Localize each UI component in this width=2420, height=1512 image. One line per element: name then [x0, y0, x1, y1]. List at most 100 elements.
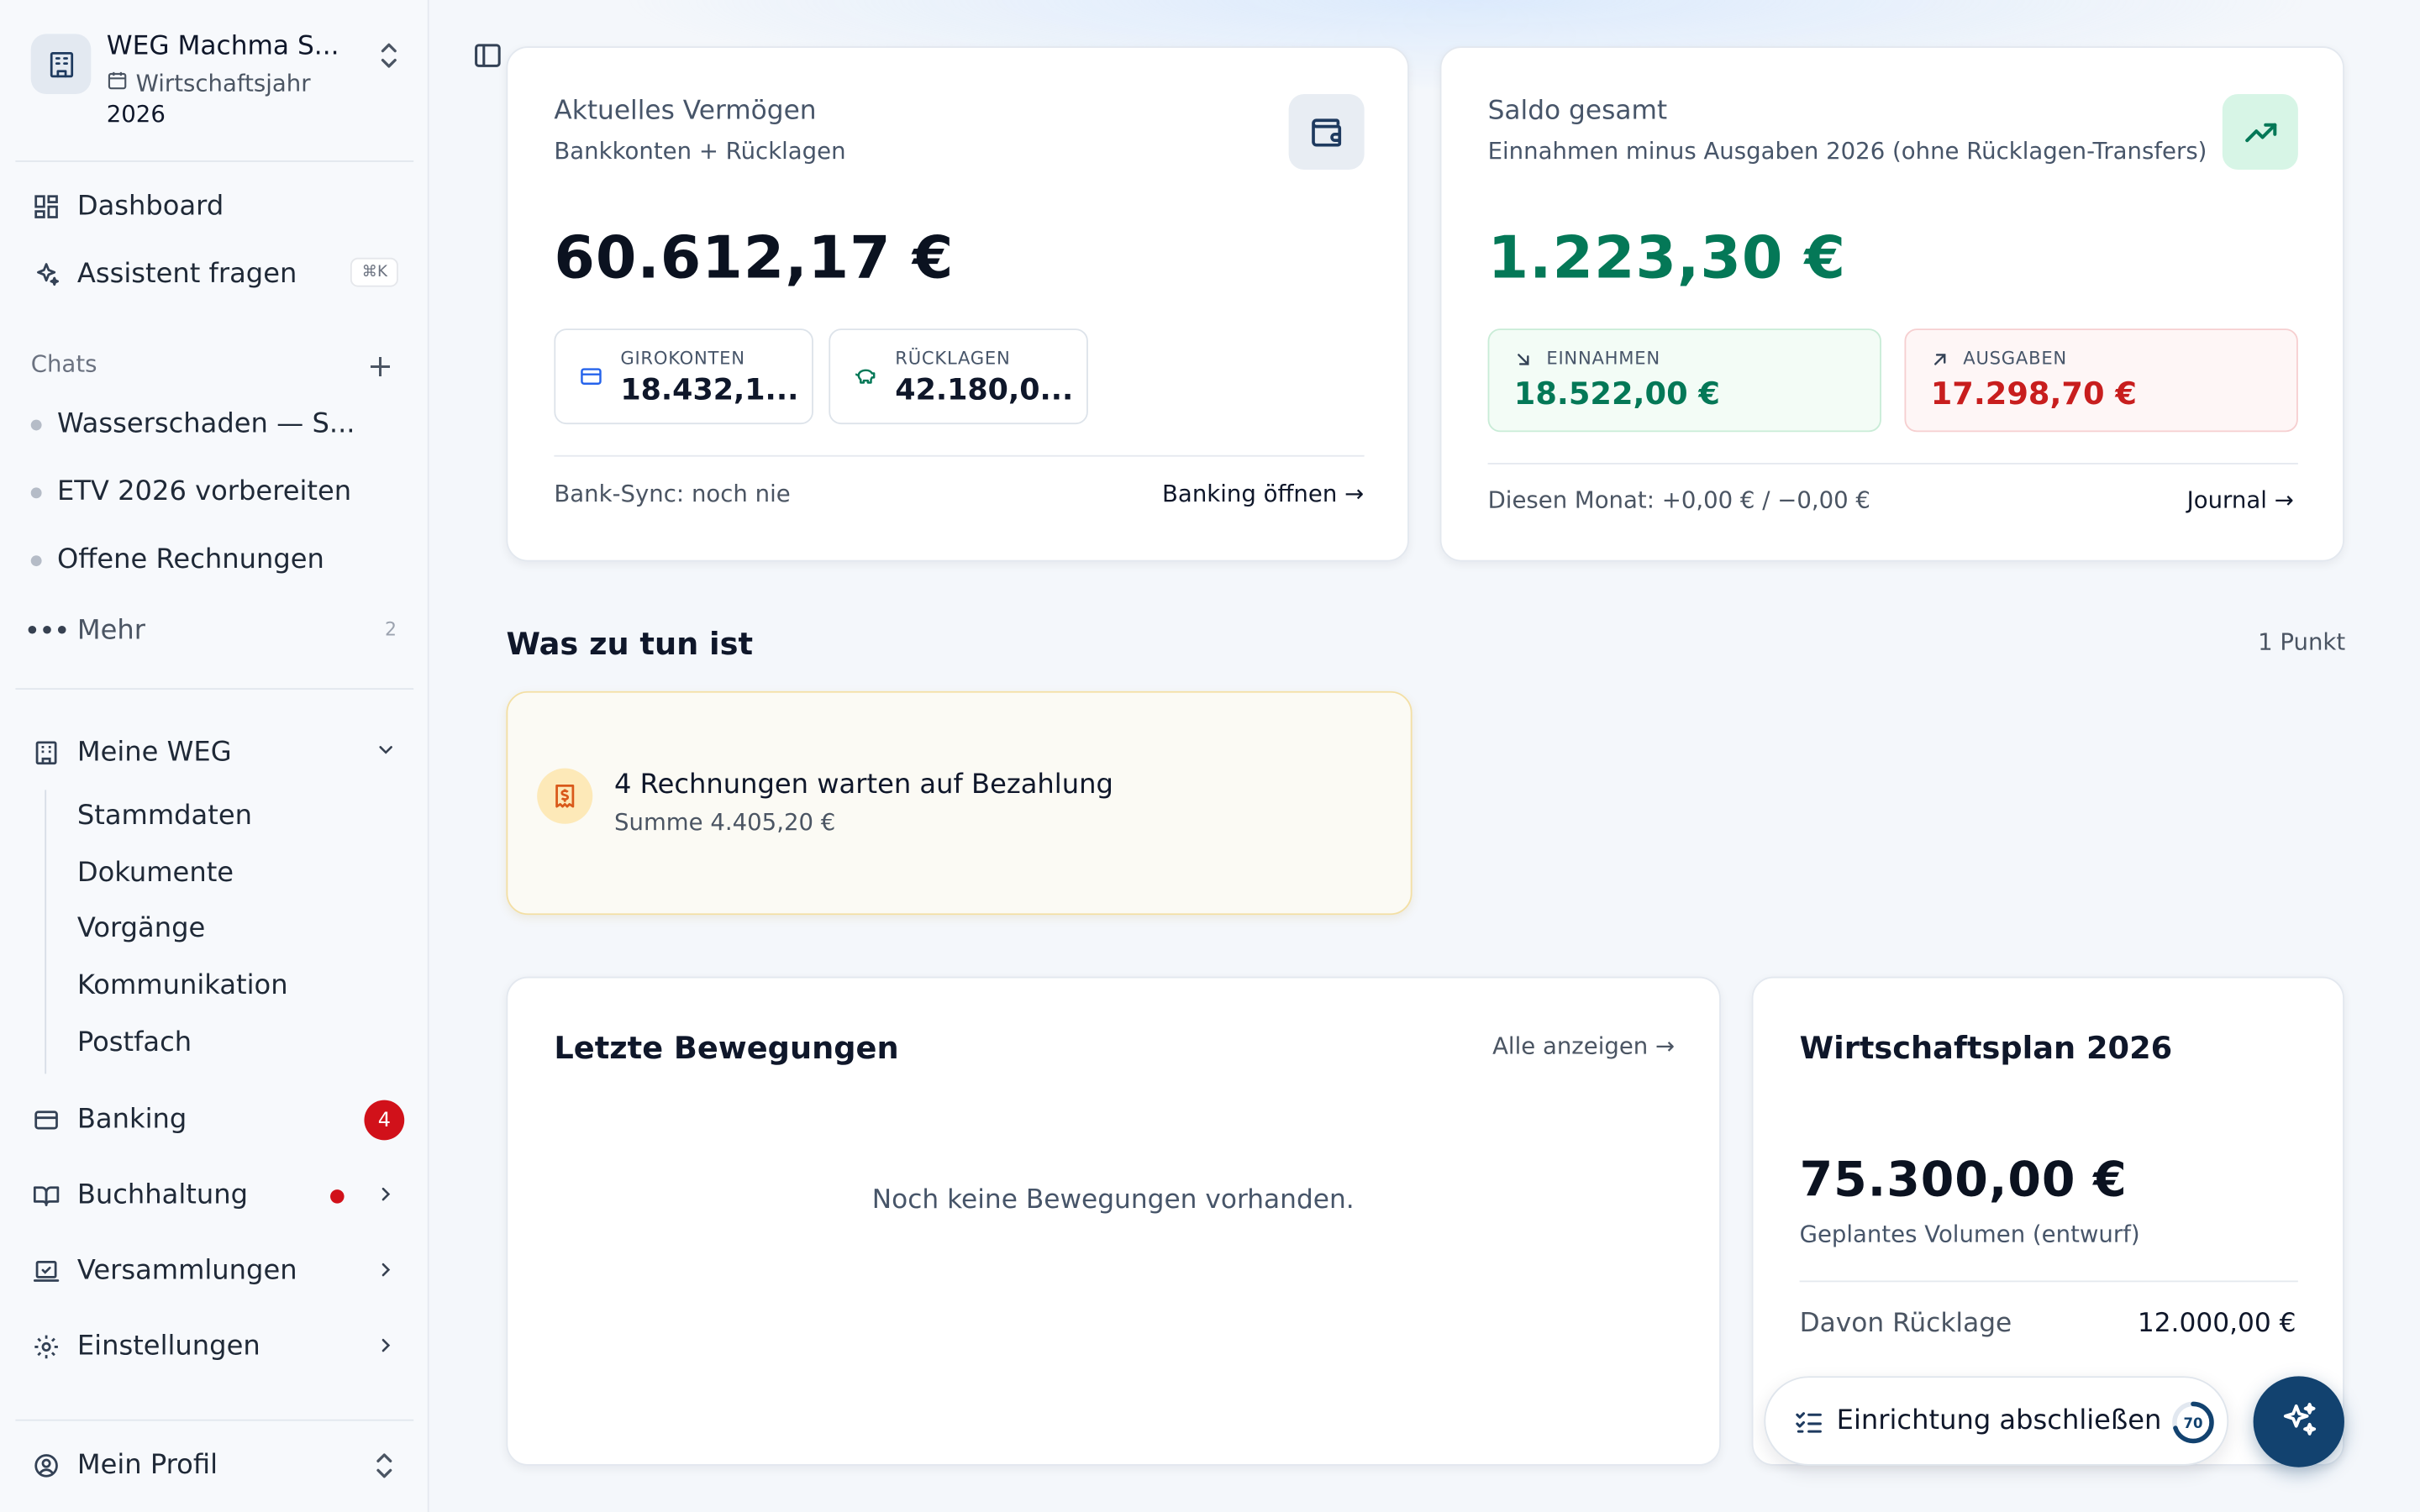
nav-profile-label: Mein Profil: [76, 1450, 218, 1482]
divider: [1799, 1280, 2298, 1283]
nav-profile[interactable]: Mein Profil: [31, 1442, 404, 1488]
piggy-bank-icon: [854, 364, 878, 395]
saldo-title: Saldo gesamt: [1487, 95, 1668, 127]
banking-count-badge: 4: [364, 1100, 405, 1141]
building-icon: [31, 738, 62, 769]
einnahmen-value: 18.522,00 €: [1513, 375, 1721, 412]
chat-dot-icon: [30, 554, 42, 566]
saldo-amount: 1.223,30 €: [1487, 223, 1847, 292]
girokonten-label: GIROKONTEN: [620, 347, 745, 369]
saldo-card: Saldo gesamt Einnahmen minus Ausgaben 20…: [1439, 46, 2344, 562]
chats-section-label: Chats: [30, 349, 97, 378]
chevron-right-icon[interactable]: [375, 1257, 397, 1287]
nav-einstellungen-label: Einstellungen: [76, 1331, 260, 1362]
divider: [15, 160, 414, 162]
year-label-text: Wirtschaftsjahr: [135, 69, 311, 97]
chat-dot-icon: [30, 486, 42, 498]
einnahmen-label: EINNAHMEN: [1546, 347, 1660, 369]
buchhaltung-alert-dot: [330, 1189, 345, 1204]
banking-open-link[interactable]: Banking öffnen →: [1162, 480, 1364, 507]
ausgaben-label: AUSGABEN: [1963, 347, 2067, 369]
journal-link-label: Journal: [2186, 486, 2267, 514]
ruecklagen-label: RÜCKLAGEN: [895, 347, 1011, 369]
nav-banking[interactable]: Banking: [31, 1097, 404, 1143]
ausgaben-box[interactable]: AUSGABEN 17.298,70 €: [1904, 328, 2298, 433]
arrow-down-right-icon: [1514, 345, 1533, 375]
divider: [15, 1419, 414, 1421]
wirtschaftsplan-title: Wirtschaftsplan 2026: [1799, 1029, 2173, 1067]
workspace-year: 2026: [106, 100, 166, 129]
todo-section-title: Was zu tun ist: [506, 624, 754, 662]
journal-link[interactable]: Journal →: [2187, 486, 2294, 514]
arrow-right-icon: →: [2274, 486, 2294, 514]
new-chat-plus-icon[interactable]: +: [367, 347, 393, 384]
setup-complete-button[interactable]: Einrichtung abschließen 70: [1764, 1376, 2229, 1466]
nav-more-label: Mehr: [76, 615, 145, 647]
sidebar: WEG Machma S... Wirtschaftsjahr 2026 Das…: [0, 0, 429, 1512]
setup-label: Einrichtung abschließen: [1836, 1405, 2162, 1436]
plan-row-label: Davon Rücklage: [1799, 1308, 2012, 1340]
chat-item[interactable]: Offene Rechnungen: [30, 544, 324, 575]
more-dots-icon: •••: [24, 614, 71, 648]
sidebar-toggle-icon[interactable]: [472, 40, 503, 77]
chevron-down-icon[interactable]: [375, 738, 397, 767]
chat-item-label: Wasserschaden — S...: [56, 408, 355, 440]
nav-dashboard[interactable]: Dashboard: [31, 184, 404, 230]
setup-progress-text: 70: [2183, 1415, 2202, 1431]
sidebar-item-dokumente[interactable]: Dokumente: [77, 858, 234, 889]
nav-assistant[interactable]: Assistent fragen ⌘K: [31, 251, 404, 297]
ruecklagen-box[interactable]: RÜCKLAGEN 42.180,0...: [829, 328, 1088, 425]
assistant-fab[interactable]: [2253, 1376, 2344, 1467]
einnahmen-box[interactable]: EINNAHMEN 18.522,00 €: [1487, 328, 1881, 433]
chat-item[interactable]: ETV 2026 vorbereiten: [30, 477, 351, 507]
workspace-switcher[interactable]: WEG Machma S... Wirtschaftsjahr 2026: [30, 31, 414, 133]
nav-assistant-label: Assistent fragen: [76, 259, 297, 291]
vermoegen-title: Aktuelles Vermögen: [554, 95, 817, 127]
task-title: 4 Rechnungen warten auf Bezahlung: [614, 769, 1113, 801]
arrow-right-icon: →: [1655, 1032, 1676, 1060]
building-icon: [30, 34, 92, 95]
calendar-icon: [107, 70, 129, 97]
task-subtitle: Summe 4.405,20 €: [614, 808, 836, 837]
credit-card-icon: [579, 364, 603, 395]
sidebar-item-vorgaenge[interactable]: Vorgänge: [77, 913, 205, 944]
vermoegen-card: Aktuelles Vermögen Bankkonten + Rücklage…: [506, 46, 1409, 562]
plan-row-value: 12.000,00 €: [2137, 1308, 2296, 1340]
girokonten-box[interactable]: GIROKONTEN 18.432,1...: [554, 328, 813, 425]
nav-einstellungen[interactable]: Einstellungen: [31, 1324, 404, 1370]
plan-amount: 75.300,00 €: [1799, 1152, 2128, 1209]
workspace-year-label: Wirtschaftsjahr: [107, 70, 311, 97]
ausgaben-value: 17.298,70 €: [1930, 375, 2137, 412]
nav-versammlungen-label: Versammlungen: [76, 1256, 297, 1287]
vermoegen-subtitle: Bankkonten + Rücklagen: [554, 137, 846, 165]
sidebar-item-stammdaten[interactable]: Stammdaten: [77, 801, 252, 832]
sidebar-item-kommunikation[interactable]: Kommunikation: [77, 970, 288, 1001]
chevron-right-icon[interactable]: [375, 1182, 397, 1211]
nav-meine-weg[interactable]: Meine WEG: [31, 730, 404, 776]
banking-open-link-label: Banking öffnen: [1162, 480, 1338, 508]
chat-item[interactable]: Wasserschaden — S...: [30, 408, 355, 440]
show-all-link[interactable]: Alle anzeigen →: [1492, 1032, 1675, 1060]
month-summary: Diesen Monat: +0,00 € / −0,00 €: [1487, 486, 1870, 514]
arrow-right-icon: →: [1344, 480, 1365, 508]
divider: [15, 688, 414, 690]
todo-task-card[interactable]: 4 Rechnungen warten auf Bezahlung Summe …: [506, 690, 1413, 916]
nav-meine-weg-label: Meine WEG: [76, 737, 232, 769]
setup-progress-ring: 70: [2172, 1401, 2214, 1444]
nav-buchhaltung-label: Buchhaltung: [76, 1180, 249, 1211]
gear-icon: [31, 1331, 62, 1362]
chevrons-up-down-icon[interactable]: [376, 40, 401, 77]
show-all-link-label: Alle anzeigen: [1492, 1032, 1649, 1060]
sidebar-item-postfach[interactable]: Postfach: [77, 1027, 192, 1058]
nav-versammlungen[interactable]: Versammlungen: [31, 1248, 404, 1294]
nav-dashboard-label: Dashboard: [76, 191, 224, 223]
bank-sync-status: Bank-Sync: noch nie: [554, 480, 791, 508]
girokonten-value: 18.432,1...: [620, 373, 799, 407]
nav-more[interactable]: ••• Mehr: [24, 608, 404, 654]
empty-state-text: Noch keine Bewegungen vorhanden.: [871, 1184, 1355, 1216]
chevrons-up-down-icon[interactable]: [372, 1450, 397, 1487]
divider: [1487, 463, 2298, 465]
nav-buchhaltung[interactable]: Buchhaltung: [31, 1173, 404, 1219]
book-icon: [31, 1180, 62, 1211]
chevron-right-icon[interactable]: [375, 1333, 397, 1362]
